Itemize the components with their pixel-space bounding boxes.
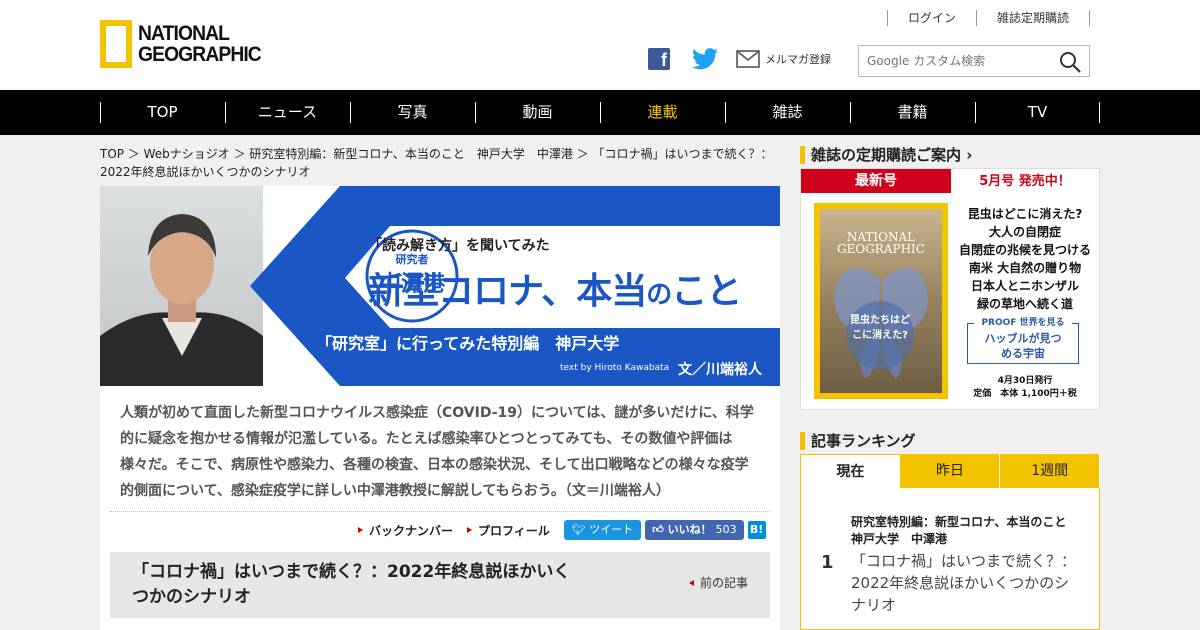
prev-article-link[interactable]: 前の記事 [688,574,748,591]
subscription-heading-label: 雑誌の定期購読ご案内 [811,146,962,164]
social-links: f メルマガ登録 [648,48,831,70]
site-header: NATIONAL GEOGRAPHIC ログイン 雑誌定期購読 f メルマガ登録 [0,0,1200,90]
prev-article-label: 前の記事 [699,576,748,590]
top-links: ログイン 雑誌定期購読 [886,10,1090,26]
headline-item: 昆虫はどこに消えた? [967,207,1083,221]
hero-title: 新型コロナ、本当のこと [368,262,742,314]
proof-text: ハッブルが見つめる宇宙 [984,332,1062,360]
facebook-icon[interactable]: f [648,48,670,70]
back-numbers-label: バックナンバー [369,523,454,538]
nav-list: TOP ニュース 写真 動画 連載 雑誌 書籍 TV [100,90,1100,135]
mail-icon [736,50,760,68]
twitter-bird-icon: 🐦︎ [571,523,590,536]
article-title-box: 「コロナ禍」はいつまで続く？：2022年終息説ほかいくつかのシナリオ 前の記事 [110,552,770,618]
rank-number: 1 [821,552,834,573]
issue-headlines: 昆虫はどこに消えた? 大人の自閉症 自閉症の兆候を見つける 南米 大自然の贈り物… [951,205,1099,313]
nav-item-magazine[interactable]: 雑誌 [725,90,850,135]
tab-yesterday[interactable]: 昨日 [900,454,1001,488]
arrow-left-icon [688,579,694,586]
proof-label: PROOF 世界を見る [974,316,1072,330]
ranking-heading: 記事ランキング [800,432,916,450]
headline-item: 日本人とニホンザル [970,279,1079,293]
hero-credit-ja: 文／川端裕人 [678,362,762,378]
hero-title-part-b: の [646,280,672,310]
nav-item-video[interactable]: 動画 [475,90,600,135]
nav-item-books[interactable]: 書籍 [850,90,975,135]
back-numbers-link[interactable]: バックナンバー [358,522,453,539]
rank-category[interactable]: 研究室特別編：新型コロナ、本当のこと 神戸大学 中澤港 [851,514,1083,548]
intro-divider [110,511,770,512]
hero-title-part-a: 新型コロナ、本当 [368,271,647,312]
nav-item-news[interactable]: ニュース [225,90,350,135]
like-button[interactable]: 👍︎ いいね！ 503 [645,520,744,540]
main-nav: TOP ニュース 写真 動画 連載 雑誌 書籍 TV [0,90,1200,135]
logo-text: NATIONAL GEOGRAPHIC [138,22,262,66]
headline-item: 自閉症の兆候を見つける [958,243,1091,257]
logo-line-1: NATIONAL [138,22,230,45]
researcher-photo [100,186,263,386]
subscription-heading[interactable]: 雑誌の定期購読ご案内 › [800,146,972,164]
natgeo-logo[interactable]: NATIONAL GEOGRAPHIC [100,20,272,68]
magazine-box[interactable]: 最新号 5月号 発売中！ NATIONAL GEOGRAPHIC 昆虫たちはどこに… [800,168,1100,410]
tab-week[interactable]: 1週間 [1000,454,1101,488]
nav-item-tv[interactable]: TV [975,90,1100,135]
magazine-cover[interactable]: NATIONAL GEOGRAPHIC 昆虫たちはどこに消えた? [814,203,948,399]
hero-banner: 研究者 中澤港 「読み解き方」を聞いてみた 新型コロナ、本当のこと 「研究室」に… [100,186,780,386]
ranking-tabs: 現在 昨日 1週間 [800,454,1101,488]
magazine-price: 定価 本体 1,100円＋税 [973,389,1077,399]
headline-item: 南米 大自然の贈り物 [968,261,1082,275]
hero-subtitle: 「読み解き方」を聞いてみた [368,238,550,254]
nav-item-top[interactable]: TOP [100,90,225,135]
hero-title-part-c: こと [671,271,742,312]
like-count: 503 [715,523,737,536]
subscribe-link[interactable]: 雑誌定期購読 [975,10,1090,26]
tweet-label: ツイート [589,523,634,536]
headline-item: 大人の自閉症 [988,225,1061,239]
profile-label: プロフィール [478,523,550,538]
hatena-bookmark-button[interactable]: B! [747,521,766,539]
chevron-right-icon: › [966,146,973,164]
yellow-frame-icon [100,20,132,68]
hero-credit-en: text by Hiroto Kawabata [560,363,670,373]
arrow-right-icon [358,527,363,533]
on-sale-text: 5月号 発売中！ [979,174,1071,189]
arrow-right-icon [467,527,473,533]
nav-item-photo[interactable]: 写真 [350,90,475,135]
login-link[interactable]: ログイン [886,10,976,26]
article-main: 研究者 中澤港 「読み解き方」を聞いてみた 新型コロナ、本当のこと 「研究室」に… [100,186,780,630]
thumbs-up-icon: 👍︎ [652,523,668,536]
newsletter-link[interactable]: メルマガ登録 [736,50,831,68]
article-title: 「コロナ禍」はいつまで続く？：2022年終息説ほかいくつかのシナリオ [132,562,571,607]
like-label: いいね！ [667,523,712,536]
search-input[interactable] [859,46,1049,76]
rank-title[interactable]: 「コロナ禍」はいつまで続く？：2022年終息説ほかいくつかのシナリオ [851,550,1083,616]
cover-title: 昆虫たちはどこに消えた? [846,301,914,369]
hero-special: 「研究室」に行ってみた特別編 神戸大学 [316,334,620,353]
article-intro: 人類が初めて直面した新型コロナウイルス感染症（COVID-19）については、謎が… [120,405,754,499]
profile-link[interactable]: プロフィール [467,522,550,539]
newsletter-label: メルマガ登録 [765,53,831,66]
headline-item: 緑の草地へ続く道 [976,297,1073,311]
article-actions: バックナンバー プロフィール 🐦︎ ツイート 👍︎ いいね！ 503 B! [358,520,766,540]
search-box [858,45,1090,77]
ranking-list: 1 研究室特別編：新型コロナ、本当のこと 神戸大学 中澤港 「コロナ禍」はいつま… [800,488,1100,630]
tweet-button[interactable]: 🐦︎ ツイート [563,520,642,540]
twitter-icon[interactable] [692,48,718,70]
publication-info: 4月30日発行 定価 本体 1,100円＋税 [951,375,1099,401]
tab-current[interactable]: 現在 [800,454,901,488]
proof-box: PROOF 世界を見る ハッブルが見つめる宇宙 [967,316,1079,364]
breadcrumb[interactable]: TOP ＞ Webナショジオ ＞ 研究室特別編：新型コロナ、本当のこと 神戸大学… [100,145,780,181]
search-icon[interactable] [1059,51,1081,73]
latest-issue-badge: 最新号 [801,169,951,193]
portrait-illustration [100,214,263,386]
nav-item-series[interactable]: 連載 [600,90,725,135]
publication-date: 4月30日発行 [997,376,1053,386]
logo-line-2: GEOGRAPHIC [138,43,262,66]
